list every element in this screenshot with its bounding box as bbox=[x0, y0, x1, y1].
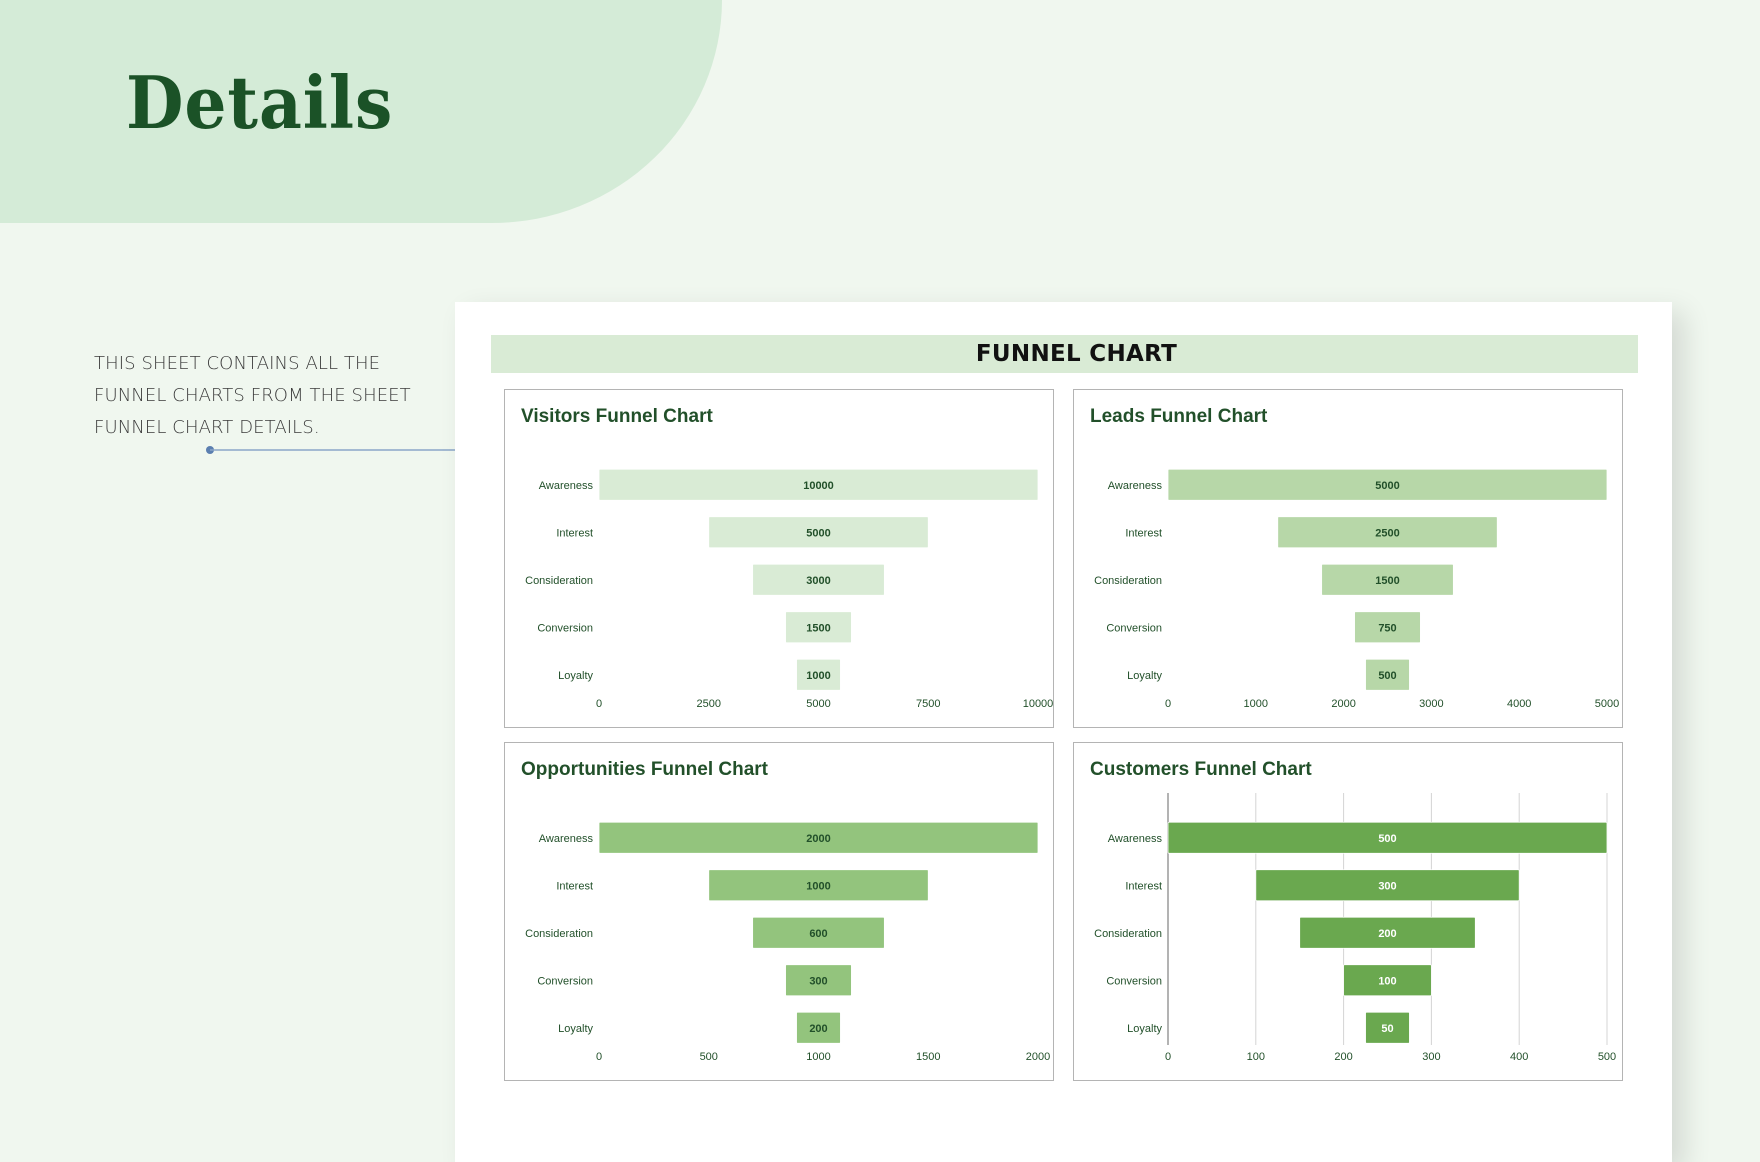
data-label: 5000 bbox=[1375, 480, 1399, 492]
x-tick-label: 1000 bbox=[806, 1051, 830, 1063]
data-label: 100 bbox=[1378, 975, 1396, 987]
opportunities-funnel-chart[interactable]: Awareness 2000 Interest 1000 Consideration 60… bbox=[504, 742, 1054, 1081]
category-label: Interest bbox=[556, 880, 593, 892]
chart-plot: Awareness 10000Interest 5000Consideration 3… bbox=[525, 468, 1054, 710]
chart-title: Visitors Funnel Chart bbox=[521, 406, 713, 427]
chart-title: Leads Funnel Chart bbox=[1090, 406, 1268, 427]
x-tick-label: 5000 bbox=[1595, 698, 1619, 710]
x-tick-label: 300 bbox=[1422, 1051, 1440, 1063]
x-tick-label: 3000 bbox=[1419, 698, 1443, 710]
x-tick-label: 10000 bbox=[1023, 698, 1054, 710]
x-tick-label: 2500 bbox=[697, 698, 721, 710]
x-tick-label: 0 bbox=[596, 1051, 602, 1063]
data-label: 5000 bbox=[806, 527, 830, 539]
chart-title: Customers Funnel Chart bbox=[1090, 759, 1312, 780]
x-tick-label: 2000 bbox=[1026, 1051, 1050, 1063]
data-label: 10000 bbox=[803, 480, 834, 492]
x-tick-label: 0 bbox=[596, 698, 602, 710]
category-label: Conversion bbox=[537, 975, 593, 987]
category-label: Loyalty bbox=[558, 1023, 593, 1035]
chart-plot: Awareness 5000Interest 2500Consideration 15… bbox=[1094, 468, 1619, 710]
category-label: Conversion bbox=[1106, 622, 1162, 634]
category-label: Loyalty bbox=[1127, 1023, 1162, 1035]
data-label: 2000 bbox=[806, 833, 830, 845]
category-label: Consideration bbox=[1094, 575, 1162, 587]
category-label: Consideration bbox=[1094, 928, 1162, 940]
data-label: 200 bbox=[809, 1023, 827, 1035]
x-tick-label: 0 bbox=[1165, 1051, 1171, 1063]
page-title: Details bbox=[126, 60, 394, 145]
category-label: Loyalty bbox=[1127, 670, 1162, 682]
x-tick-label: 2000 bbox=[1331, 698, 1355, 710]
category-label: Consideration bbox=[525, 575, 593, 587]
category-label: Consideration bbox=[525, 928, 593, 940]
category-label: Conversion bbox=[1106, 975, 1162, 987]
data-label: 1000 bbox=[806, 880, 830, 892]
chart-plot: Awareness 2000Interest 1000Consideration 60… bbox=[525, 821, 1050, 1063]
card-header-title: FUNNEL CHART bbox=[975, 341, 1178, 367]
chart-plot: Awareness 500Interest 300Consideration 200C… bbox=[1094, 793, 1616, 1063]
category-label: Awareness bbox=[539, 480, 594, 492]
x-tick-label: 500 bbox=[1598, 1051, 1616, 1063]
category-label: Conversion bbox=[537, 622, 593, 634]
data-label: 200 bbox=[1378, 928, 1396, 940]
chart-title: Opportunities Funnel Chart bbox=[521, 759, 768, 780]
x-tick-label: 500 bbox=[700, 1051, 718, 1063]
data-label: 500 bbox=[1378, 670, 1396, 682]
funnel-chart-card: FUNNEL CHART Awareness 10000 Interest 5000 C… bbox=[455, 302, 1672, 1162]
category-label: Interest bbox=[1125, 880, 1162, 892]
x-tick-label: 0 bbox=[1165, 698, 1171, 710]
category-label: Awareness bbox=[539, 833, 594, 845]
category-label: Interest bbox=[556, 527, 593, 539]
data-label: 300 bbox=[1378, 880, 1396, 892]
x-tick-label: 400 bbox=[1510, 1051, 1528, 1063]
customers-funnel-chart[interactable]: Awareness 500 Interest 300 Consideration 200 C… bbox=[1073, 742, 1623, 1081]
data-label: 600 bbox=[809, 928, 827, 940]
x-tick-label: 7500 bbox=[916, 698, 940, 710]
x-tick-label: 1000 bbox=[1244, 698, 1268, 710]
data-label: 750 bbox=[1378, 622, 1396, 634]
data-label: 1500 bbox=[1375, 575, 1399, 587]
data-label: 300 bbox=[809, 975, 827, 987]
leads-funnel-chart[interactable]: Awareness 5000 Interest 2500 Consideration 15… bbox=[1073, 389, 1623, 728]
data-label: 1500 bbox=[806, 622, 830, 634]
category-label: Awareness bbox=[1108, 833, 1163, 845]
sheet-description: THIS SHEET CONTAINS ALL THE FUNNEL CHART… bbox=[94, 353, 411, 438]
x-tick-label: 4000 bbox=[1507, 698, 1531, 710]
data-label: 1000 bbox=[806, 670, 830, 682]
card-header: FUNNEL CHART bbox=[491, 335, 1638, 373]
x-tick-label: 200 bbox=[1334, 1051, 1352, 1063]
category-label: Awareness bbox=[1108, 480, 1163, 492]
category-label: Interest bbox=[1125, 527, 1162, 539]
visitors-funnel-chart[interactable]: Awareness 10000 Interest 5000 Consideration 3… bbox=[504, 389, 1054, 728]
data-label: 3000 bbox=[806, 575, 830, 587]
x-tick-label: 100 bbox=[1247, 1051, 1265, 1063]
category-label: Loyalty bbox=[558, 670, 593, 682]
data-label: 500 bbox=[1378, 833, 1396, 845]
data-label: 2500 bbox=[1375, 527, 1399, 539]
x-tick-label: 1500 bbox=[916, 1051, 940, 1063]
data-label: 50 bbox=[1381, 1023, 1393, 1035]
x-tick-label: 5000 bbox=[806, 698, 830, 710]
